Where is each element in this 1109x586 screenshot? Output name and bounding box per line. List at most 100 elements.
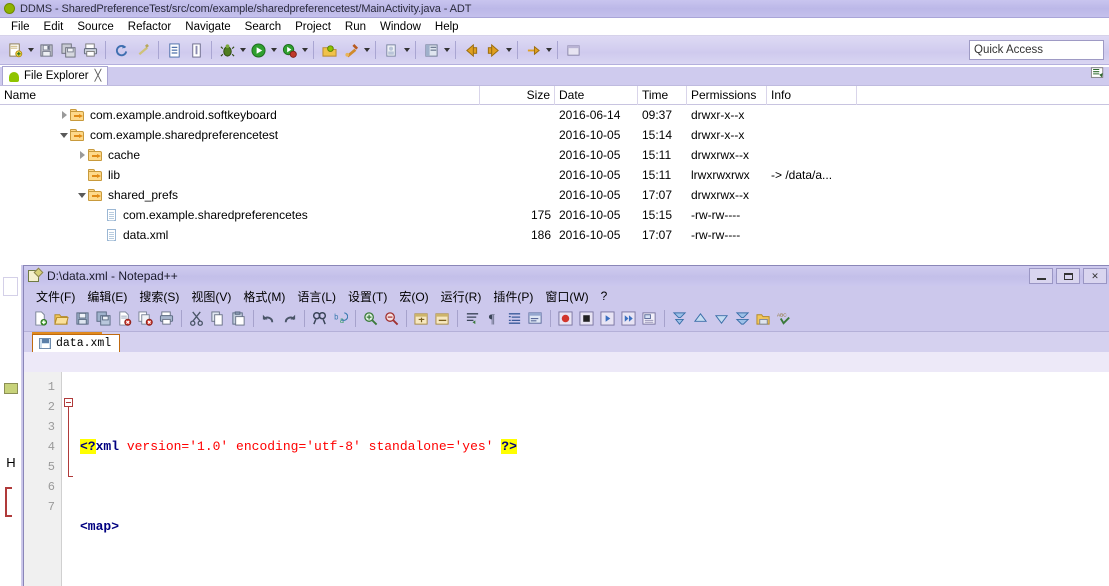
run-macro-multiple-icon[interactable] [618,308,639,329]
logcat-icon[interactable] [4,383,18,394]
pin-editor-icon[interactable] [563,40,583,60]
save-icon[interactable] [36,40,56,60]
pin-view-icon[interactable] [3,277,18,296]
npp-menu-language[interactable]: 语言(L) [291,287,342,306]
user-defined-dialog-icon[interactable] [525,308,546,329]
tab-data-xml[interactable]: data.xml [32,334,121,352]
npp-menu-plugins[interactable]: 插件(P) [487,287,539,306]
coverage-dropdown-icon[interactable] [300,40,309,60]
table-row[interactable]: com.example.sharedpreferencetest 2016-10… [0,125,1109,145]
sync-vertical-scroll-icon[interactable] [411,308,432,329]
menu-refactor[interactable]: Refactor [121,20,178,34]
menu-edit[interactable]: Edit [37,20,71,34]
chevron-down-icon[interactable] [58,129,70,141]
menu-navigate[interactable]: Navigate [178,20,237,34]
column-header-info[interactable]: Info [767,85,857,105]
tab-file-explorer[interactable]: File Explorer ╳ [2,66,109,85]
column-header-time[interactable]: Time [638,85,687,105]
run-dropdown-icon[interactable] [269,40,278,60]
replace-icon[interactable]: ba [330,308,351,329]
back-icon[interactable] [461,40,481,60]
indent-guide-icon[interactable] [504,308,525,329]
open-folder-icon[interactable] [753,308,774,329]
forward-dropdown-icon[interactable] [504,40,513,60]
code-content[interactable]: <?xml version='1.0' encoding='utf-8' sta… [76,372,1109,586]
column-header-date[interactable]: Date [555,85,638,105]
zoom-out-icon[interactable] [381,308,402,329]
debug-icon[interactable] [217,40,237,60]
zoom-in-icon[interactable] [360,308,381,329]
npp-menu-settings[interactable]: 设置(T) [342,287,393,306]
word-wrap-icon[interactable] [462,308,483,329]
column-header-permissions[interactable]: Permissions [687,85,767,105]
spell-check-icon[interactable]: ABC [774,308,795,329]
minimize-button[interactable] [1029,268,1053,284]
restore-button[interactable] [1056,268,1080,284]
save-all-icon[interactable] [93,308,114,329]
close-icon[interactable]: ╳ [95,70,102,82]
quick-access-field[interactable]: Quick Access [969,40,1104,60]
chevron-right-icon[interactable] [58,109,70,121]
npp-menu-help[interactable]: ? [595,288,614,304]
fold-collapse-icon[interactable] [64,398,73,407]
fold-level-down-icon[interactable] [711,308,732,329]
save-macro-icon[interactable] [639,308,660,329]
forward-icon[interactable] [483,40,503,60]
menu-help[interactable]: Help [428,20,466,34]
open-perspective-dropdown-icon[interactable] [442,40,451,60]
open-file-icon[interactable] [51,308,72,329]
avd-dropdown-icon[interactable] [362,40,371,60]
playback-macro-icon[interactable] [597,308,618,329]
close-all-icon[interactable] [135,308,156,329]
open-perspective-icon[interactable] [421,40,441,60]
view-menu-icon[interactable] [1090,66,1105,83]
refresh-icon[interactable] [111,40,131,60]
run-icon[interactable] [248,40,268,60]
npp-menu-window[interactable]: 窗口(W) [539,287,594,306]
new-file-icon[interactable] [30,308,51,329]
npp-menu-search[interactable]: 搜索(S) [133,287,185,306]
notepad-editor[interactable]: 1 2 3 4 5 6 7 <?xml version='1.0' encodi… [24,372,1109,586]
fold-level-up-icon[interactable] [690,308,711,329]
npp-menu-run[interactable]: 运行(R) [435,287,488,306]
show-all-chars-icon[interactable]: ¶ [483,308,504,329]
android-avd-manager-icon[interactable] [341,40,361,60]
npp-menu-file[interactable]: 文件(F) [30,287,81,306]
open-type-icon[interactable] [164,40,184,60]
table-row[interactable]: cache 2016-10-05 15:11 drwxrwx--x [0,145,1109,165]
npp-menu-format[interactable]: 格式(M) [237,287,291,306]
sync-horizontal-scroll-icon[interactable] [432,308,453,329]
record-macro-icon[interactable] [555,308,576,329]
table-row[interactable]: shared_prefs 2016-10-05 17:07 drwxrwx--x [0,185,1109,205]
android-sdk-manager-icon[interactable] [319,40,339,60]
next-annotation-icon[interactable] [523,40,543,60]
chevron-right-icon[interactable] [76,149,88,161]
expand-all-icon[interactable] [732,308,753,329]
menu-source[interactable]: Source [70,20,120,34]
table-row[interactable]: data.xml 186 2016-10-05 17:07 -rw-rw---- [0,225,1109,245]
fold-margin[interactable] [62,372,76,586]
new-wizard-dropdown-icon[interactable] [26,40,35,60]
menu-window[interactable]: Window [373,20,428,34]
print-icon[interactable] [156,308,177,329]
column-header-name[interactable]: Name [0,85,480,105]
table-row[interactable]: com.example.android.softkeyboard 2016-06… [0,105,1109,125]
new-java-class-icon[interactable] [381,40,401,60]
new-java-class-dropdown-icon[interactable] [402,40,411,60]
menu-file[interactable]: File [4,20,37,34]
npp-menu-edit[interactable]: 编辑(E) [81,287,133,306]
copy-icon[interactable] [207,308,228,329]
close-file-icon[interactable] [114,308,135,329]
new-wizard-icon[interactable] [5,40,25,60]
table-row[interactable]: lib 2016-10-05 15:11 lrwxrwxrwx -> /data… [0,165,1109,185]
save-all-icon[interactable] [58,40,78,60]
menu-project[interactable]: Project [288,20,338,34]
cut-icon[interactable] [186,308,207,329]
collapse-all-icon[interactable] [669,308,690,329]
column-header-size[interactable]: Size [480,85,555,105]
menu-search[interactable]: Search [238,20,288,34]
coverage-icon[interactable] [279,40,299,60]
open-task-icon[interactable] [186,40,206,60]
build-icon[interactable] [133,40,153,60]
find-icon[interactable] [309,308,330,329]
